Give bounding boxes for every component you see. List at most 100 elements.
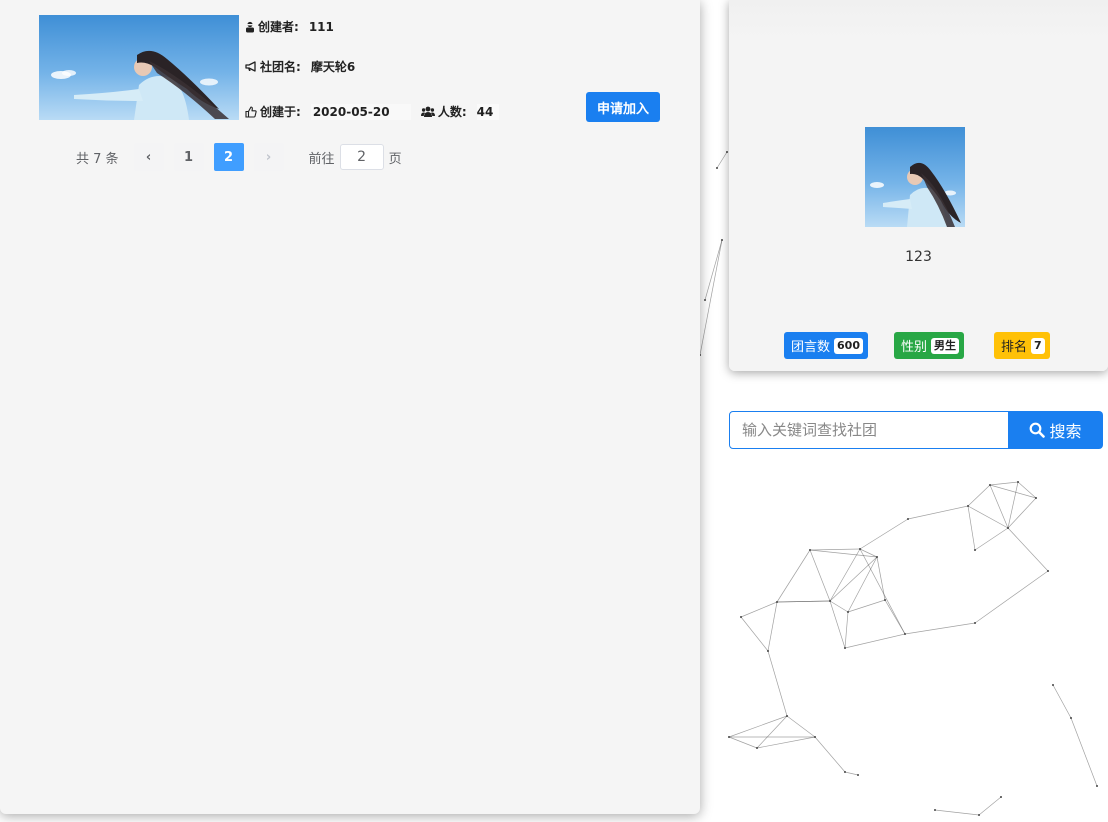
network-node [967,505,969,507]
network-node [1096,785,1098,787]
club-card: 创建者: 111 社团名: 摩天轮6 创建于: 2020-05-20 人数: 4… [39,15,679,122]
network-link [814,736,846,773]
club-search-input[interactable] [729,411,1009,449]
network-link [974,527,1009,551]
pagination-next-button[interactable]: › [253,143,284,171]
network-link [809,548,861,551]
pagination-total: 共 7 条 [76,151,119,167]
network-link [1070,717,1098,787]
network-node [1035,497,1037,499]
network-node [726,151,728,153]
network-node [786,715,788,717]
girl-in-sky-photo [51,50,229,120]
bullhorn-icon [245,61,256,72]
network-link [767,601,778,652]
network-link [728,715,788,738]
club-name-label: 社团名: [260,60,301,74]
network-link [1007,481,1019,529]
network-link [728,736,758,749]
pagination-page-suffix: 页 [388,151,402,167]
network-node [907,518,909,520]
club-name-value: 摩天轮6 [310,60,356,74]
network-link [934,809,980,816]
pagination: 共 7 条 ‹ 1 2 › 前往 页 [76,142,402,172]
network-link [740,601,778,618]
created-label: 创建于: [260,105,301,119]
network-link [989,481,1019,486]
network-node [876,556,878,558]
network-node [1007,527,1009,529]
network-link [776,600,831,603]
network-link [859,518,909,550]
network-link [859,548,906,635]
network-node [978,814,980,816]
avatar [865,127,965,227]
network-node [721,239,723,241]
pagination-prev-button[interactable]: ‹ [133,143,164,171]
network-node [847,611,849,613]
posts-count-label: 团言数 [791,340,831,355]
pagination-page-1[interactable]: 1 [173,143,204,171]
network-link [844,611,849,649]
network-node [974,622,976,624]
pagination-jumper: 前往 页 [309,144,402,170]
network-link [809,549,878,558]
network-node [1017,481,1019,483]
network-node [716,167,718,169]
network-link [829,556,878,602]
network-link [829,548,861,602]
network-link [776,549,811,603]
search-button-label: 搜索 [1049,422,1082,441]
network-node [1047,570,1049,572]
network-node [844,647,846,649]
network-link [967,505,1009,529]
network-link [1007,497,1037,529]
network-link [907,505,969,520]
network-link [967,484,991,507]
network-link [1052,684,1072,719]
network-link [904,622,976,635]
gender-value: 男生 [931,337,960,354]
network-node [767,650,769,652]
network-node [829,600,831,602]
network-link [844,633,906,649]
network-node [884,599,886,601]
network-link [1007,527,1049,572]
network-node [776,601,778,603]
pagination-page-2[interactable]: 2 [213,143,244,171]
pagination-goto-input[interactable] [339,144,384,170]
network-node [989,484,991,486]
search-button[interactable]: 搜索 [1008,411,1103,449]
network-node [904,633,906,635]
gender-badge: 性别 男生 [894,332,965,359]
network-node [1000,796,1002,798]
username: 123 [905,249,932,265]
pagination-goto-label: 前往 [308,151,335,167]
members-value: 44 [476,103,500,120]
users-icon [420,106,435,117]
creator-row: 创建者: 111 [245,18,334,35]
rank-badge: 排名 7 [994,332,1050,359]
network-node [809,549,811,551]
network-node [814,736,816,738]
network-link [740,616,769,652]
network-link [829,600,846,649]
join-club-button[interactable]: 申请加入 [586,92,660,122]
user-secret-icon [246,21,254,32]
network-link [967,505,976,551]
network-node [756,747,758,749]
network-node [857,774,859,776]
created-row: 创建于: 2020-05-20 人数: 44 [245,103,500,120]
network-node [934,809,936,811]
network-node [704,299,706,301]
club-name-row: 社团名: 摩天轮6 [245,58,355,75]
creator-value: 111 [308,19,334,34]
network-node [728,736,730,738]
network-node [1070,717,1072,719]
network-link [699,239,723,356]
members-label: 人数: [437,105,467,119]
posts-count-badge: 团言数 600 [784,332,868,359]
rank-label: 排名 [1001,340,1028,355]
network-node [1052,684,1054,686]
network-link [974,570,1049,624]
